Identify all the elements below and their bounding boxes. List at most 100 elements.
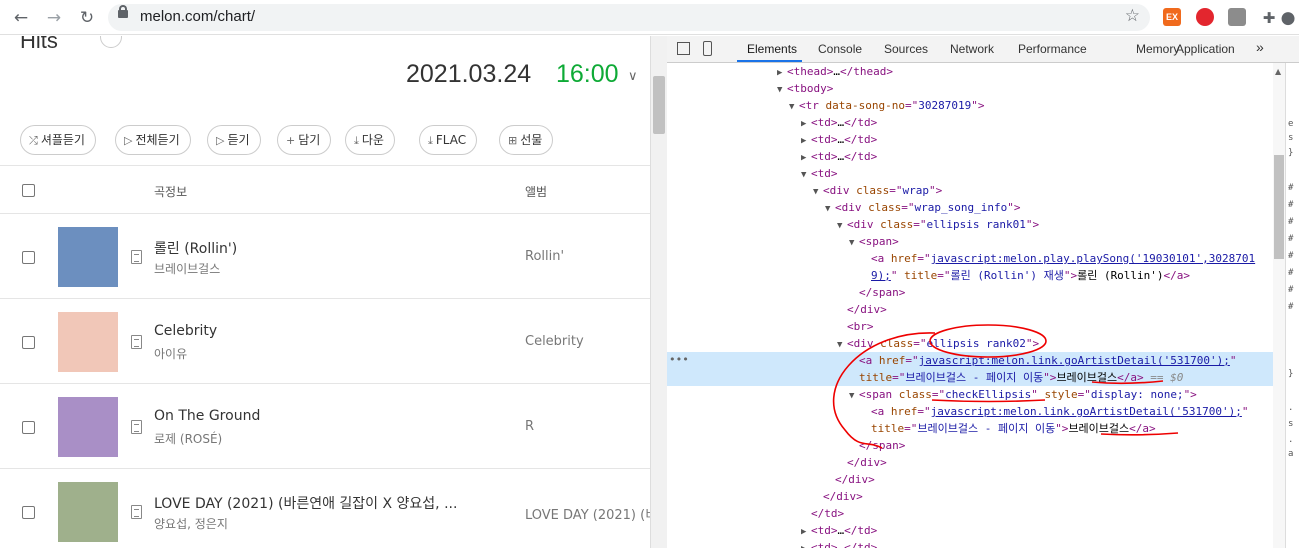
dom-tree-line[interactable]: ▶<td>…</td>: [667, 131, 1273, 148]
song-detail-icon[interactable]: [131, 505, 142, 519]
artist-name[interactable]: 로제 (ROSÉ): [154, 430, 222, 447]
action-button-0[interactable]: ⤮ 셔플듣기: [20, 125, 96, 155]
action-button-2[interactable]: ▷ 듣기: [207, 125, 261, 155]
elements-dom-tree[interactable]: ▶ <thead>…</thead> ▼ <tbody> ▼ <tr data-song-…: [667, 63, 1273, 548]
address-bar[interactable]: melon.com/chart/ ☆: [108, 4, 1150, 31]
dom-token[interactable]: javascript:melon.link.goArtistDetail('53…: [931, 405, 1242, 418]
dom-tree-line[interactable]: ▼ <tbody>: [667, 80, 1273, 97]
dom-tree-line[interactable]: </td>: [667, 505, 1273, 522]
song-title[interactable]: Celebrity: [154, 323, 217, 339]
action-button-5[interactable]: ⤓ FLAC: [419, 125, 478, 155]
back-arrow-icon[interactable]: ←: [10, 7, 32, 29]
table-row[interactable]: Celebrity 아이유 Celebrity: [0, 299, 650, 384]
more-tabs-icon[interactable]: »: [1256, 39, 1264, 55]
dom-tree-line[interactable]: ▶<td>…</td>: [667, 148, 1273, 165]
dom-tree-line[interactable]: </div>: [667, 301, 1273, 318]
dom-tree-line[interactable]: <a href="javascript:melon.link.goArtistD…: [667, 352, 1273, 369]
action-button-3[interactable]: + 담기: [277, 125, 332, 155]
bookmark-star-icon[interactable]: ☆: [1125, 6, 1140, 26]
dom-token: style: [1044, 388, 1078, 401]
collapsed-triangle-icon[interactable]: ▶: [801, 541, 811, 548]
dom-tree-line[interactable]: ▶ <thead>…</thead>: [667, 63, 1273, 80]
song-title[interactable]: LOVE DAY (2021) (바른연애 길잡이 X 양요섭, ...: [154, 493, 457, 513]
select-all-checkbox[interactable]: [22, 184, 35, 197]
song-detail-icon[interactable]: [131, 250, 142, 264]
row-checkbox[interactable]: [22, 421, 35, 434]
page-scrollbar[interactable]: [650, 36, 667, 548]
song-title[interactable]: 롤린 (Rollin'): [154, 238, 237, 258]
dom-tree-line[interactable]: </div>: [667, 488, 1273, 505]
dom-tree-line[interactable]: <a href="javascript:melon.play.playSong(…: [667, 250, 1273, 267]
artist-name[interactable]: 아이유: [154, 345, 187, 362]
action-button-6[interactable]: ⊞ 선물: [499, 125, 554, 155]
device-toolbar-icon[interactable]: [703, 41, 712, 56]
dom-tree-line[interactable]: ▼ <div class="wrap_song_info">: [667, 199, 1273, 216]
album-thumbnail[interactable]: [58, 312, 118, 372]
dom-token: <div: [847, 218, 881, 231]
album-name[interactable]: LOVE DAY (2021) (비: [525, 504, 650, 523]
selected-node-menu-icon[interactable]: •••: [669, 353, 689, 366]
tab-memory[interactable]: Memory: [1136, 42, 1179, 56]
song-detail-icon[interactable]: [131, 335, 142, 349]
table-row[interactable]: LOVE DAY (2021) (바른연애 길잡이 X 양요섭, ... 양요섭,…: [0, 469, 650, 548]
chevron-down-icon[interactable]: ∨: [628, 69, 638, 84]
dom-tree-line[interactable]: ▶<td>…</td>: [667, 114, 1273, 131]
forward-arrow-icon[interactable]: →: [43, 7, 65, 29]
dom-tree-line[interactable]: 9);" title="롤린 (Rollin') 재생">롤린 (Rollin'…: [667, 267, 1273, 284]
dom-token[interactable]: javascript:melon.play.playSong('19030101…: [931, 252, 1256, 265]
dom-tree-line[interactable]: </span>: [667, 284, 1273, 301]
dom-tree-line[interactable]: </div>: [667, 454, 1273, 471]
chart-time[interactable]: 16:00: [556, 60, 619, 89]
song-detail-icon[interactable]: [131, 420, 142, 434]
tab-sources[interactable]: Sources: [884, 42, 928, 56]
dom-tree-line[interactable]: ▼ <div class="wrap">: [667, 182, 1273, 199]
profile-icon[interactable]: ●: [1280, 7, 1296, 29]
song-title[interactable]: On The Ground: [154, 408, 260, 424]
album-name[interactable]: R: [525, 419, 534, 434]
tab-elements[interactable]: Elements: [747, 42, 797, 56]
table-row[interactable]: On The Ground 로제 (ROSÉ) R: [0, 384, 650, 469]
album-thumbnail[interactable]: [58, 227, 118, 287]
dom-tree-line[interactable]: ▼ <tr data-song-no="30287019">: [667, 97, 1273, 114]
dom-tree-line[interactable]: ▼ <span>: [667, 233, 1273, 250]
info-circle-icon[interactable]: [100, 36, 122, 48]
action-button-4[interactable]: ⤓ 다운: [345, 125, 395, 155]
dom-tree-line[interactable]: title="브레이브걸스 - 페이지 이동">브레이브걸스</a>: [667, 420, 1273, 437]
action-button-1[interactable]: ▷ 전체듣기: [115, 125, 191, 155]
dom-tree-line[interactable]: </div>: [667, 471, 1273, 488]
devtools-scrollbar[interactable]: ▲: [1273, 63, 1285, 548]
table-row[interactable]: 롤린 (Rollin') 브레이브걸스 Rollin': [0, 214, 650, 299]
dom-tree-line[interactable]: ▼ <div class="ellipsis rank01">: [667, 216, 1273, 233]
dom-token[interactable]: javascript:melon.link.goArtistDetail('53…: [919, 354, 1230, 367]
artist-name[interactable]: 브레이브걸스: [154, 260, 220, 277]
ext-icon-3[interactable]: [1228, 8, 1246, 26]
ext-icon-1[interactable]: EX: [1163, 8, 1181, 26]
row-checkbox[interactable]: [22, 251, 35, 264]
ext-icon-2[interactable]: [1196, 8, 1214, 26]
album-name[interactable]: Celebrity: [525, 334, 584, 349]
album-thumbnail[interactable]: [58, 397, 118, 457]
row-checkbox[interactable]: [22, 506, 35, 519]
dom-tree-line[interactable]: </span>: [667, 437, 1273, 454]
dom-tree-line[interactable]: ▼ <div class="ellipsis rank02">: [667, 335, 1273, 352]
tab-network[interactable]: Network: [950, 42, 994, 56]
dom-tree-line[interactable]: ▶<td>…</td>: [667, 522, 1273, 539]
dom-tree-line[interactable]: <a href="javascript:melon.link.goArtistD…: [667, 403, 1273, 420]
dom-tree-line[interactable]: ▶<td>…</td>: [667, 539, 1273, 548]
tab-console[interactable]: Console: [818, 42, 862, 56]
tab-performance[interactable]: Performance: [1018, 42, 1087, 56]
inspect-element-icon[interactable]: [677, 42, 690, 55]
dom-token[interactable]: 9);: [871, 269, 891, 282]
dom-tree-line[interactable]: ▼ <span class="checkEllipsis" style="disp…: [667, 386, 1273, 403]
album-thumbnail[interactable]: [58, 482, 118, 542]
dom-tree-line[interactable]: ▼ <td>: [667, 165, 1273, 182]
tab-application[interactable]: Application: [1176, 42, 1235, 56]
row-checkbox[interactable]: [22, 336, 35, 349]
url-text[interactable]: melon.com/chart/: [140, 8, 255, 25]
dom-tree-line[interactable]: <br>: [667, 318, 1273, 335]
artist-name[interactable]: 양요섭, 정은지: [154, 515, 228, 532]
album-name[interactable]: Rollin': [525, 249, 564, 264]
dom-tree-line[interactable]: title="브레이브걸스 - 페이지 이동">브레이브걸스</a> == $0: [667, 369, 1273, 386]
reload-icon[interactable]: ↻: [76, 7, 98, 29]
extensions-puzzle-icon[interactable]: ✚: [1258, 7, 1280, 29]
